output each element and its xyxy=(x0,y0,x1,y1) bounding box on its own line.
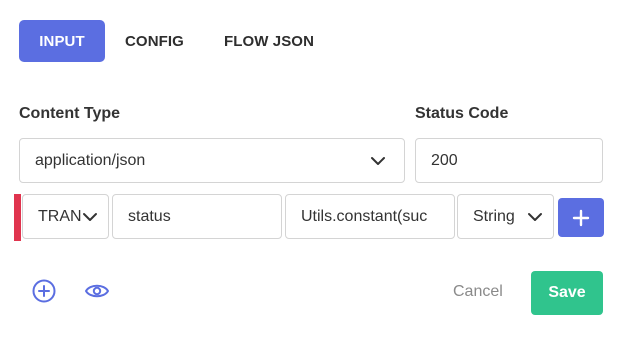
status-code-value: 200 xyxy=(431,151,458,169)
tab-config[interactable]: CONFIG xyxy=(125,20,184,62)
content-type-value: application/json xyxy=(35,151,146,169)
chevron-down-icon xyxy=(371,157,385,165)
transform-type-value: TRAN xyxy=(38,207,82,225)
data-type-value: String xyxy=(473,207,515,225)
content-type-select[interactable]: application/json xyxy=(19,138,405,183)
chevron-down-icon xyxy=(82,209,98,225)
data-type-select[interactable]: String xyxy=(457,194,554,239)
value-input[interactable]: Utils.constant(suc xyxy=(285,194,455,239)
tab-bar: INPUT CONFIG FLOW JSON xyxy=(19,20,314,62)
plus-icon xyxy=(572,209,590,226)
chevron-down-icon xyxy=(527,209,543,225)
value-text: Utils.constant(suc xyxy=(301,207,428,225)
row-error-indicator xyxy=(14,194,21,241)
preview-button[interactable] xyxy=(84,278,110,304)
status-code-label: Status Code xyxy=(415,105,509,122)
status-code-input[interactable]: 200 xyxy=(415,138,603,183)
plus-circle-icon xyxy=(32,279,56,303)
key-input[interactable]: status xyxy=(112,194,282,239)
eye-icon xyxy=(85,284,109,298)
transform-type-select[interactable]: TRAN xyxy=(22,194,109,239)
tab-flow-json[interactable]: FLOW JSON xyxy=(224,20,314,62)
tab-input[interactable]: INPUT xyxy=(19,20,105,62)
add-row-button[interactable] xyxy=(558,198,604,237)
content-type-label: Content Type xyxy=(19,105,121,122)
add-field-button[interactable] xyxy=(31,278,57,304)
save-button[interactable]: Save xyxy=(531,271,603,315)
cancel-button[interactable]: Cancel xyxy=(453,283,503,301)
key-value: status xyxy=(128,207,171,225)
